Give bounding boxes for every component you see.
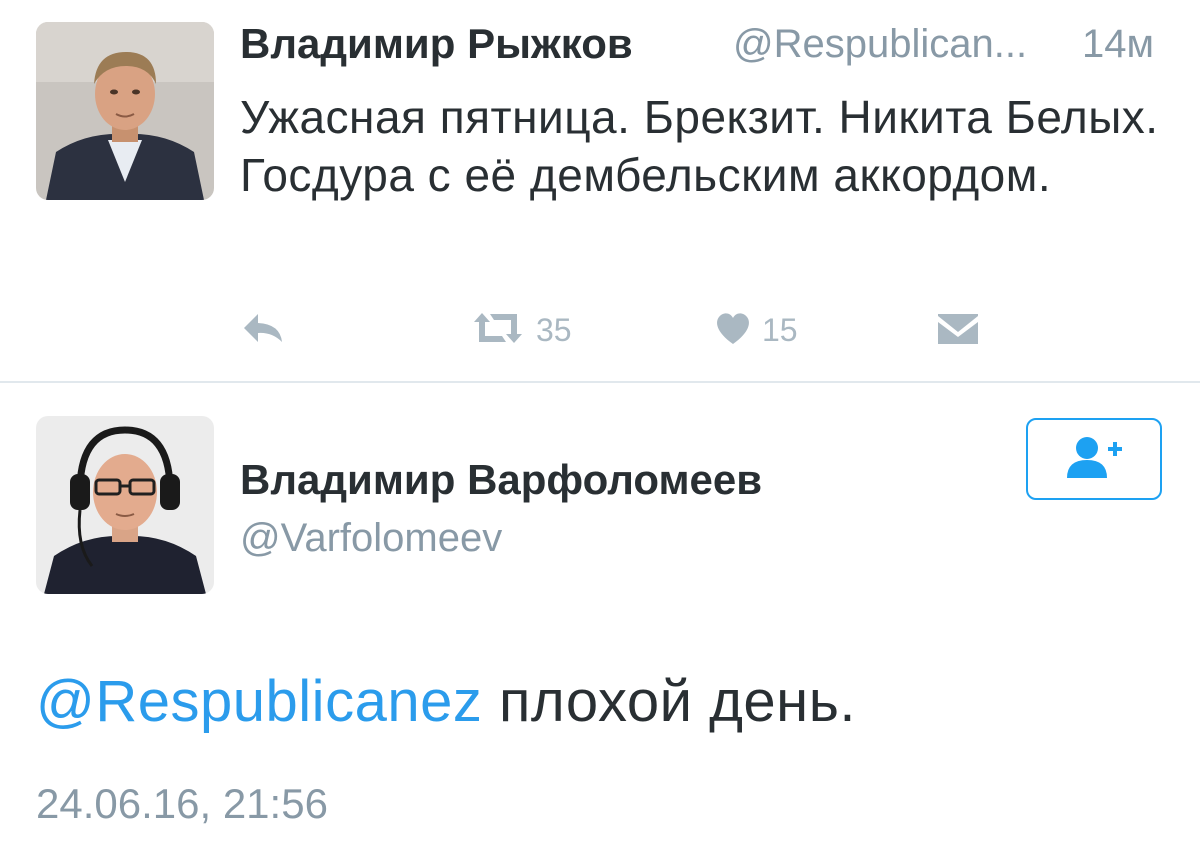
author-handle[interactable]: @Respublican... <box>733 22 1027 67</box>
add-user-icon <box>1063 434 1125 485</box>
avatar[interactable] <box>36 22 214 200</box>
author-handle[interactable]: @Varfolomeev <box>240 516 502 561</box>
retweet-button[interactable]: 35 <box>470 305 572 355</box>
tweet-text: Ужасная пятница. Брекзит. Никита Белых. … <box>240 91 1159 201</box>
author-name[interactable]: Владимир Варфоломеев <box>240 456 762 504</box>
reply-button[interactable] <box>240 305 286 355</box>
direct-message-button[interactable] <box>936 305 980 355</box>
like-button[interactable]: 15 <box>714 305 798 355</box>
divider <box>0 381 1200 383</box>
avatar[interactable] <box>36 416 214 594</box>
retweet-count: 35 <box>536 311 572 348</box>
reply-context-tweet[interactable]: Владимир Рыжков @Respublican... 14м Ужас… <box>0 0 1200 382</box>
tweet-text: @Respublicanez плохой день. <box>36 668 856 735</box>
tweet-timestamp: 24.06.16, 21:56 <box>36 780 328 827</box>
author-name[interactable]: Владимир Рыжков <box>240 20 633 68</box>
reply-icon <box>240 308 286 353</box>
tweet-time: 14м <box>1082 22 1154 66</box>
heart-icon <box>714 310 752 351</box>
retweet-icon <box>470 308 526 353</box>
tweet-body: плохой день. <box>482 669 857 734</box>
envelope-icon <box>936 310 980 351</box>
like-count: 15 <box>762 311 798 348</box>
follow-button[interactable] <box>1026 418 1162 500</box>
mention-link[interactable]: @Respublicanez <box>36 669 482 734</box>
tweet-actions: 35 15 <box>0 305 1200 355</box>
